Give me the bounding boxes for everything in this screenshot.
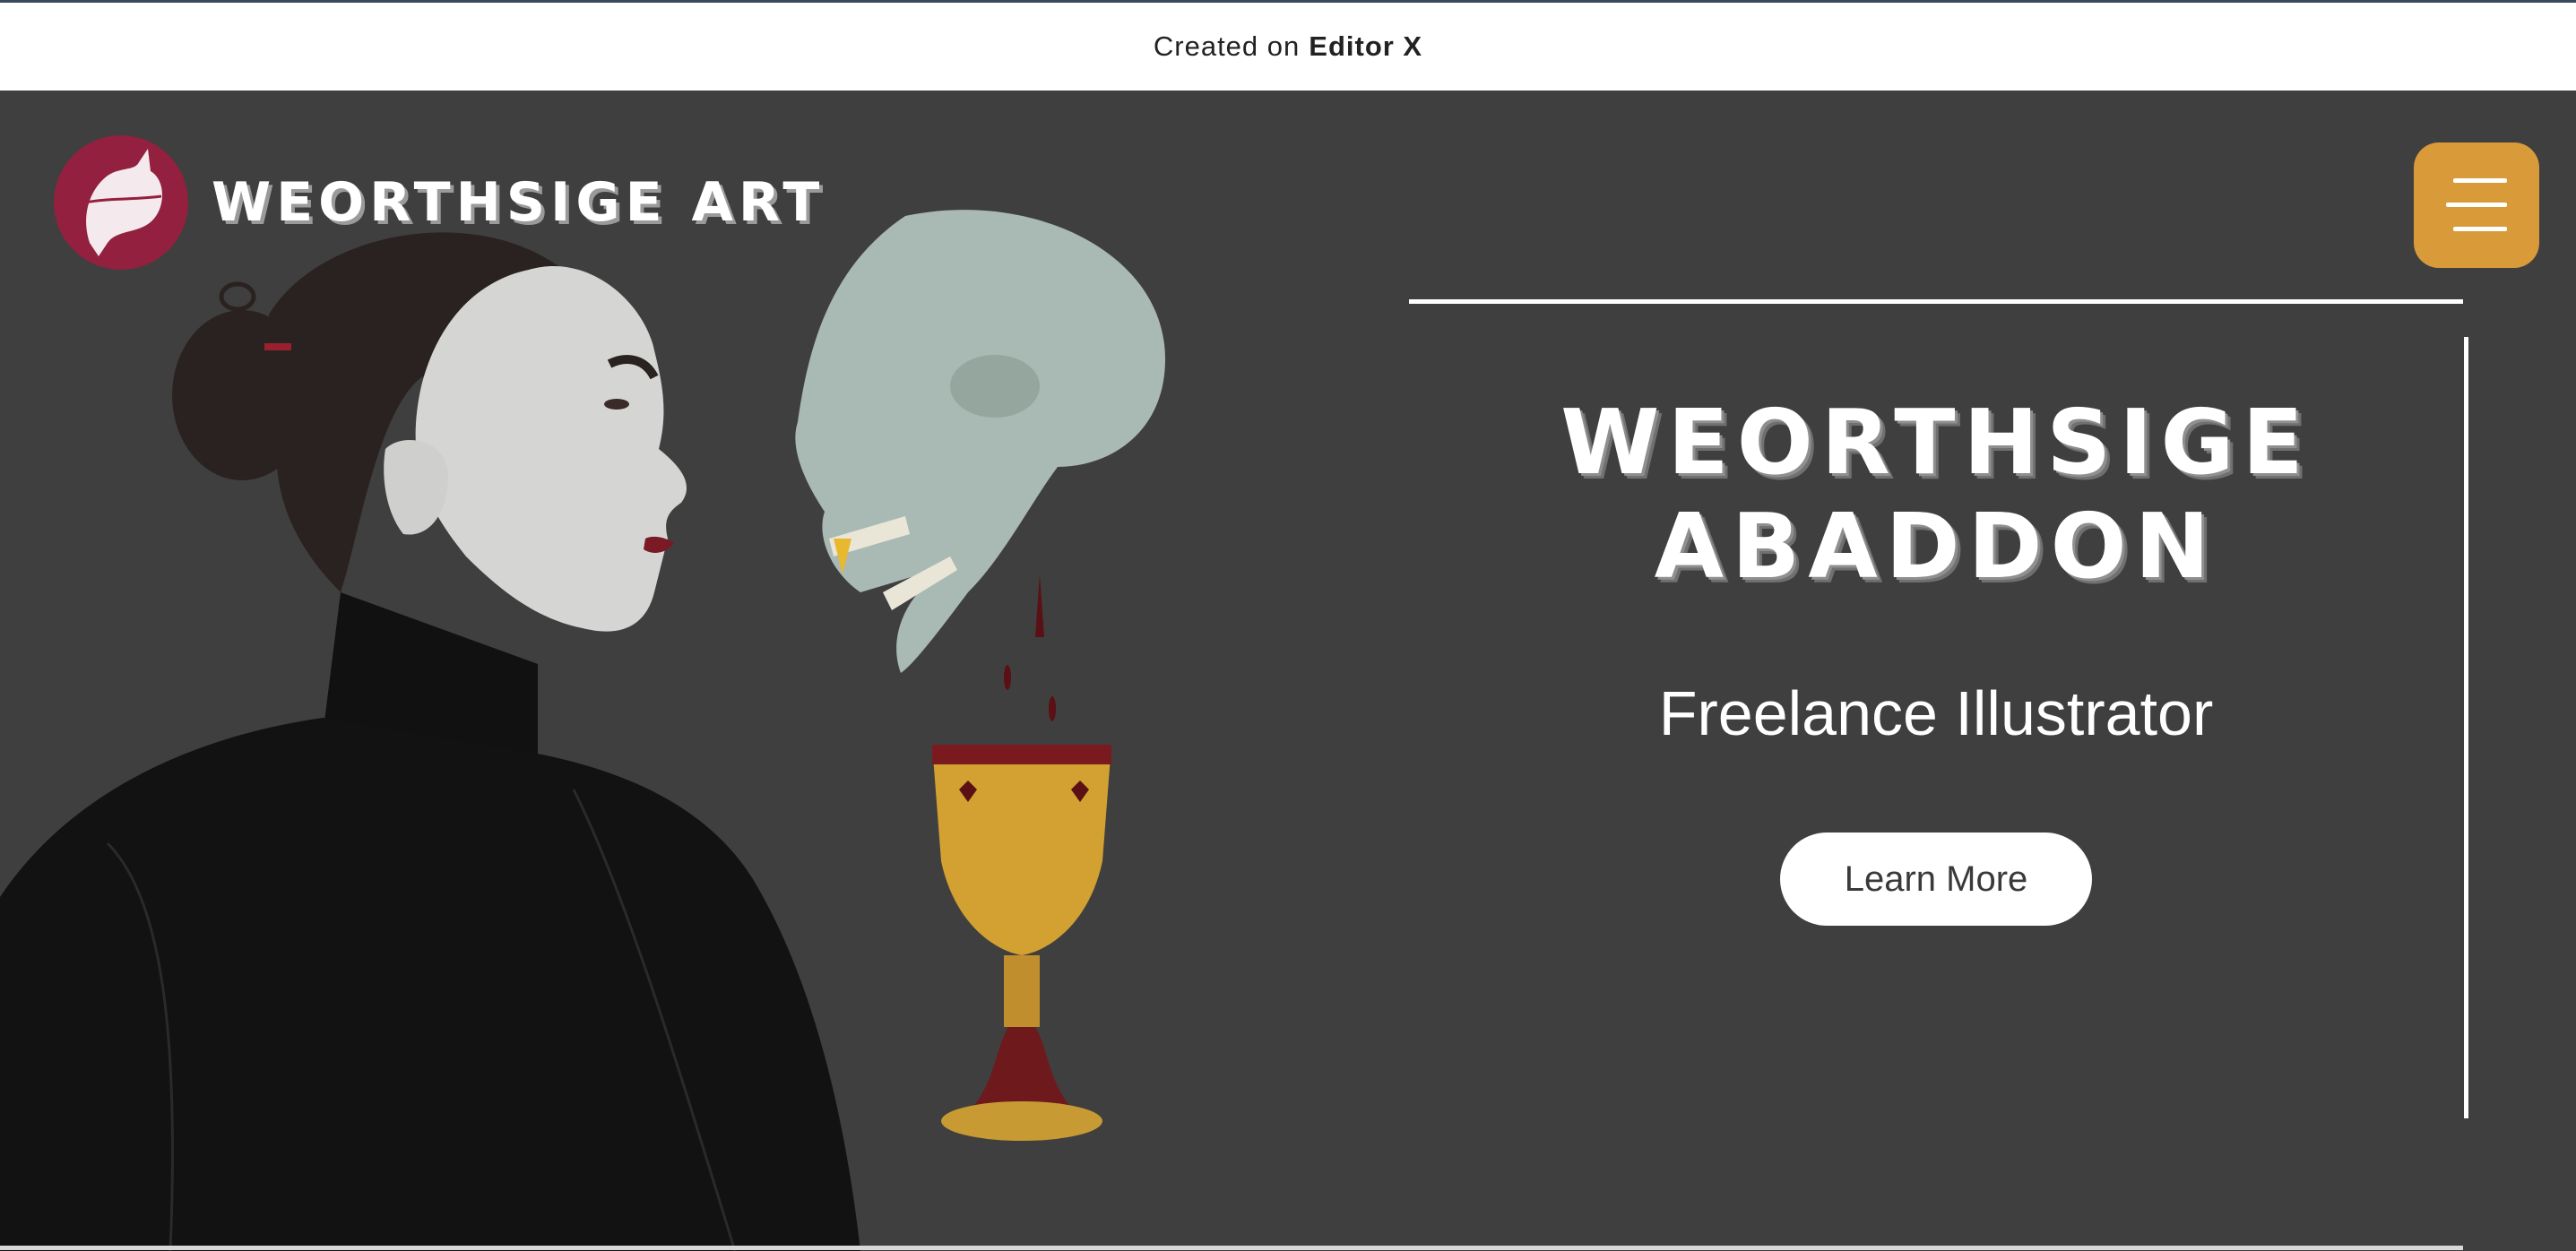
turtleneck [0,592,860,1251]
subtitle: Freelance Illustrator [1658,678,2214,748]
site-branding[interactable]: WEORTHSIGE ART [54,135,825,270]
fox-logo-icon[interactable] [54,135,188,270]
goblet [932,745,1111,1141]
hero-section: WEORTHSIGE ART WEORTHSIGE ABADDON Freela… [0,91,2576,1251]
hamburger-menu-icon [2453,178,2507,183]
hamburger-menu-button[interactable] [2414,142,2539,268]
editor-x-brand[interactable]: Editor X [1309,30,1422,63]
skull [795,210,1165,673]
hamburger-menu-icon [2446,203,2507,207]
artist-name-heading: WEORTHSIGE ABADDON [1542,391,2330,599]
created-on-text: Created on [1153,30,1301,62]
learn-more-button[interactable]: Learn More [1780,833,2092,926]
frame-top-line [1409,299,2463,304]
artist-name-line-2: ABADDON [1654,494,2218,599]
artist-name-line-1: WEORTHSIGE [1560,390,2312,495]
frame-right-line [2464,337,2468,1118]
blood-drops [1004,574,1056,721]
editor-x-banner[interactable]: Created on Editor X [0,0,2576,91]
hamburger-menu-icon [2453,227,2507,231]
site-title[interactable]: WEORTHSIGE ART [212,171,825,234]
section-divider [0,1246,2463,1250]
